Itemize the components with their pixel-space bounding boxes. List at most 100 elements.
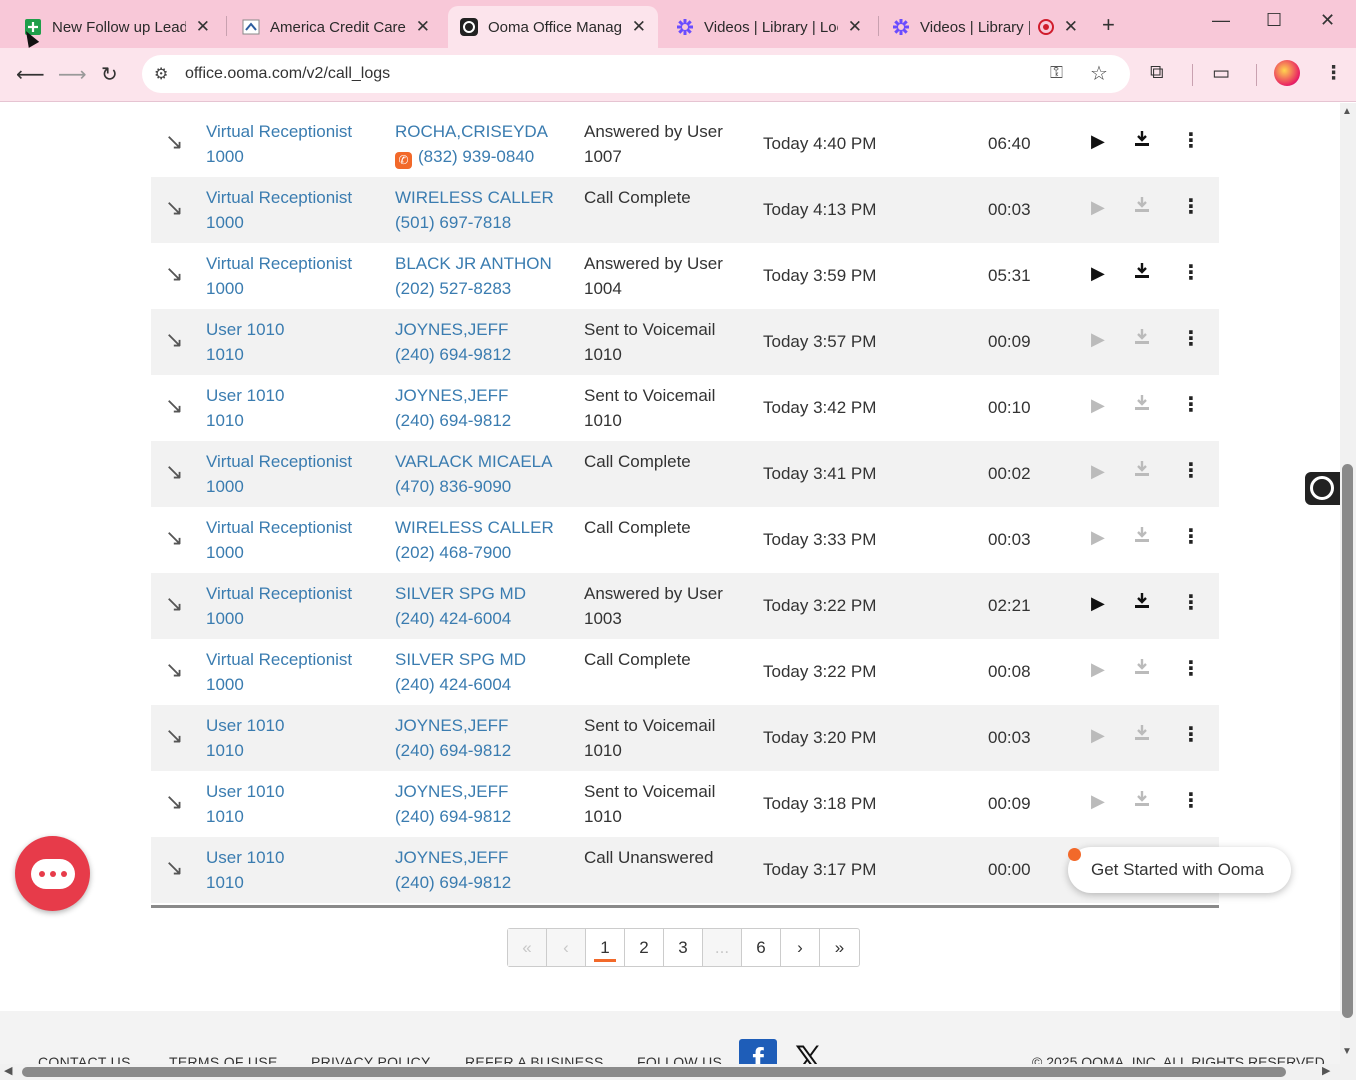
bookmark-star-icon[interactable]: ☆ xyxy=(1090,61,1108,86)
called-party[interactable]: Virtual Receptionist 1000 xyxy=(206,251,352,301)
caller-phone-line[interactable]: (240) 694-9812 xyxy=(395,342,511,367)
called-party[interactable]: User 1010 1010 xyxy=(206,845,284,895)
play-recording-icon[interactable]: ▶ xyxy=(1091,327,1105,352)
profile-avatar[interactable] xyxy=(1274,60,1300,86)
caller-name[interactable]: WIRELESS CALLER xyxy=(395,515,554,540)
caller-phone[interactable]: (240) 694-9812 xyxy=(395,345,511,364)
play-recording-icon[interactable]: ▶ xyxy=(1091,723,1105,748)
minimize-icon[interactable]: — xyxy=(1212,10,1230,31)
close-window-icon[interactable]: ✕ xyxy=(1320,10,1335,31)
caller-phone-line[interactable]: (240) 694-9812 xyxy=(395,870,511,895)
play-recording-icon[interactable]: ▶ xyxy=(1091,393,1105,418)
caller-phone-line[interactable]: (240) 424-6004 xyxy=(395,606,526,631)
download-recording-icon[interactable] xyxy=(1133,459,1151,484)
caller-name[interactable]: JOYNES,JEFF xyxy=(395,779,511,804)
called-party-extension[interactable]: 1000 xyxy=(206,540,352,565)
called-party[interactable]: Virtual Receptionist 1000 xyxy=(206,581,352,631)
download-recording-icon[interactable] xyxy=(1133,261,1151,286)
vertical-scroll-thumb[interactable] xyxy=(1342,464,1353,1018)
called-party[interactable]: Virtual Receptionist 1000 xyxy=(206,449,352,499)
called-party-name[interactable]: User 1010 xyxy=(206,845,284,870)
scroll-right-arrow-icon[interactable]: ▶ xyxy=(1322,1064,1330,1077)
caller-name[interactable]: JOYNES,JEFF xyxy=(395,317,511,342)
caller[interactable]: ROCHA,CRISEYDA ✆ (832) 939-0840 xyxy=(395,119,548,169)
forward-icon[interactable]: ⟶ xyxy=(58,62,87,87)
caller-phone-line[interactable]: (240) 694-9812 xyxy=(395,408,511,433)
caller-phone[interactable]: (240) 694-9812 xyxy=(395,411,511,430)
called-party-extension[interactable]: 1000 xyxy=(206,144,352,169)
called-party-extension[interactable]: 1000 xyxy=(206,606,352,631)
called-party-extension[interactable]: 1010 xyxy=(206,738,284,763)
more-options-icon[interactable]: ⋮ xyxy=(1181,129,1201,154)
called-party-name[interactable]: Virtual Receptionist xyxy=(206,119,352,144)
caller[interactable]: JOYNES,JEFF (240) 694-9812 xyxy=(395,779,511,829)
caller[interactable]: BLACK JR ANTHON (202) 527-8283 xyxy=(395,251,552,301)
play-recording-icon[interactable]: ▶ xyxy=(1091,591,1105,616)
called-party-extension[interactable]: 1000 xyxy=(206,276,352,301)
caller-phone[interactable]: (240) 694-9812 xyxy=(395,807,511,826)
close-tab-icon[interactable]: ✕ xyxy=(196,17,210,37)
called-party[interactable]: Virtual Receptionist 1000 xyxy=(206,515,352,565)
caller[interactable]: WIRELESS CALLER (501) 697-7818 xyxy=(395,185,554,235)
more-options-icon[interactable]: ⋮ xyxy=(1181,723,1201,748)
called-party-extension[interactable]: 1000 xyxy=(206,474,352,499)
more-options-icon[interactable]: ⋮ xyxy=(1181,393,1201,418)
caller-name[interactable]: JOYNES,JEFF xyxy=(395,713,511,738)
kebab-menu-icon[interactable]: ⋮ xyxy=(1324,62,1343,85)
download-recording-icon[interactable] xyxy=(1133,591,1151,616)
x-twitter-icon[interactable]: 𝕏 xyxy=(795,1039,822,1065)
url-text[interactable]: office.ooma.com/v2/call_logs xyxy=(185,65,390,83)
called-party-name[interactable]: Virtual Receptionist xyxy=(206,185,352,210)
password-key-icon[interactable]: ⚿ xyxy=(1050,63,1063,83)
caller[interactable]: JOYNES,JEFF (240) 694-9812 xyxy=(395,713,511,763)
back-icon[interactable]: ⟵ xyxy=(16,62,45,87)
new-tab-button[interactable]: + xyxy=(1102,12,1115,38)
more-options-icon[interactable]: ⋮ xyxy=(1181,327,1201,352)
page-3-button[interactable]: 3 xyxy=(664,929,703,966)
caller-phone-line[interactable]: (202) 468-7900 xyxy=(395,540,554,565)
caller-phone[interactable]: (832) 939-0840 xyxy=(418,147,534,166)
more-options-icon[interactable]: ⋮ xyxy=(1181,657,1201,682)
caller-phone[interactable]: (240) 694-9812 xyxy=(395,873,511,892)
caller-phone-line[interactable]: (240) 694-9812 xyxy=(395,804,511,829)
caller-name[interactable]: SILVER SPG MD xyxy=(395,647,526,672)
reload-icon[interactable]: ↻ xyxy=(101,62,118,87)
download-recording-icon[interactable] xyxy=(1133,525,1151,550)
caller-phone[interactable]: (202) 468-7900 xyxy=(395,543,511,562)
more-options-icon[interactable]: ⋮ xyxy=(1181,459,1201,484)
close-tab-icon[interactable]: ✕ xyxy=(632,17,646,37)
more-options-icon[interactable]: ⋮ xyxy=(1181,789,1201,814)
caller-name[interactable]: SILVER SPG MD xyxy=(395,581,526,606)
caller-phone-line[interactable]: ✆ (832) 939-0840 xyxy=(395,144,548,169)
tab-ooma-office-manager[interactable]: Ooma Office Manage ✕ xyxy=(448,6,658,48)
tab-new-follow-up-leads[interactable]: New Follow up Leads ✕ xyxy=(12,6,222,48)
caller-name[interactable]: JOYNES,JEFF xyxy=(395,383,511,408)
called-party-name[interactable]: User 1010 xyxy=(206,317,284,342)
download-recording-icon[interactable] xyxy=(1133,327,1151,352)
facebook-icon[interactable]: f xyxy=(739,1039,777,1065)
called-party-extension[interactable]: 1000 xyxy=(206,672,352,697)
caller[interactable]: SILVER SPG MD (240) 424-6004 xyxy=(395,647,526,697)
called-party[interactable]: Virtual Receptionist 1000 xyxy=(206,185,352,235)
close-tab-icon[interactable]: ✕ xyxy=(416,17,430,37)
horizontal-scroll-thumb[interactable] xyxy=(22,1067,1286,1077)
called-party-name[interactable]: Virtual Receptionist xyxy=(206,581,352,606)
caller-name[interactable]: ROCHA,CRISEYDA xyxy=(395,119,548,144)
download-recording-icon[interactable] xyxy=(1133,789,1151,814)
scroll-down-arrow-icon[interactable]: ▼ xyxy=(1342,1046,1352,1057)
called-party[interactable]: Virtual Receptionist 1000 xyxy=(206,119,352,169)
caller[interactable]: VARLACK MICAELA (470) 836-9090 xyxy=(395,449,552,499)
next-page-button[interactable]: › xyxy=(781,929,820,966)
address-bar[interactable]: ⚙ office.ooma.com/v2/call_logs ⚿ ☆ xyxy=(142,55,1130,93)
close-tab-icon[interactable]: ✕ xyxy=(848,17,862,37)
maximize-icon[interactable]: ☐ xyxy=(1266,10,1282,31)
first-page-button[interactable]: « xyxy=(508,929,547,966)
caller-phone-line[interactable]: (501) 697-7818 xyxy=(395,210,554,235)
called-party-name[interactable]: Virtual Receptionist xyxy=(206,515,352,540)
site-settings-icon[interactable]: ⚙ xyxy=(154,64,168,84)
scroll-left-arrow-icon[interactable]: ◀ xyxy=(4,1064,12,1077)
caller-name[interactable]: WIRELESS CALLER xyxy=(395,185,554,210)
called-party-extension[interactable]: 1010 xyxy=(206,804,284,829)
last-page-button[interactable]: » xyxy=(820,929,859,966)
play-recording-icon[interactable]: ▶ xyxy=(1091,525,1105,550)
